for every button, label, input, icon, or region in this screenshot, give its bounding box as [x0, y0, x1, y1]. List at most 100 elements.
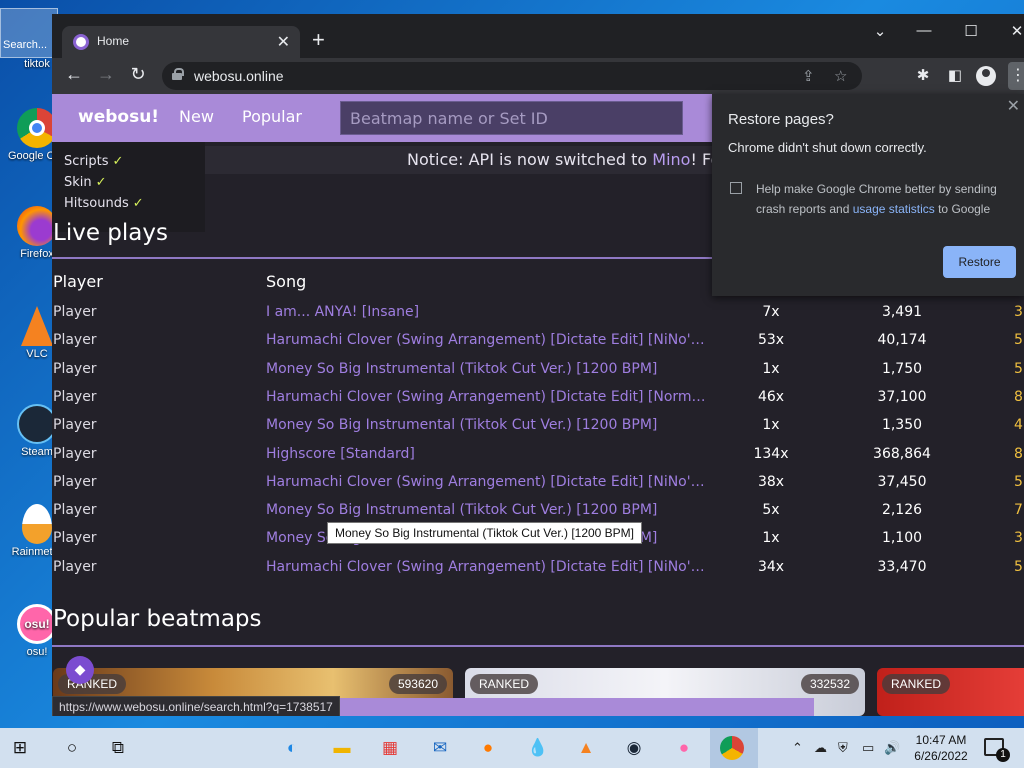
player-cell: Player — [53, 388, 97, 405]
forward-button[interactable]: → — [94, 64, 118, 85]
rainmeter-taskbar-icon[interactable]: 💧 — [524, 734, 552, 762]
profile-avatar[interactable] — [976, 66, 996, 86]
search-icon[interactable]: ○ — [58, 734, 86, 762]
taskbar: ⊞ ○ ⧉ ◐ ▬ ▦ ✉ ● 💧 ▲ ◉ ● ⌃ ☁ ⛨ ▭ 🔊 10:47 … — [0, 728, 1024, 768]
side-panel-icon[interactable]: ◧ — [944, 66, 966, 84]
chrome-taskbar-button[interactable] — [710, 728, 758, 768]
beatmap-card[interactable]: RANKED — [877, 668, 1024, 716]
table-row: Player Harumachi Clover (Swing Arrangemen… — [52, 553, 1024, 581]
combo-cell: 1x — [762, 530, 780, 547]
desktop-search-tile[interactable]: Search... — [0, 8, 58, 58]
notification-center-icon[interactable]: 1 — [984, 738, 1010, 762]
search-label: Search... — [3, 39, 48, 51]
crash-report-checkbox[interactable] — [730, 182, 742, 194]
dropdown-item-skin[interactable]: Skin ✓ — [64, 175, 205, 196]
security-icon[interactable]: ⛨ — [838, 740, 848, 756]
steam-icon — [17, 404, 57, 444]
notification-count: 1 — [996, 748, 1010, 762]
windows-start-icon[interactable]: ⊞ — [6, 734, 34, 762]
extra-cell: 5 — [1014, 473, 1023, 490]
maximize-button[interactable]: ☐ — [956, 22, 986, 40]
score-cell: 37,100 — [877, 388, 927, 405]
dropdown-item-hitsounds[interactable]: Hitsounds ✓ — [64, 196, 205, 217]
site-favicon-icon — [73, 34, 89, 50]
tab-close-icon[interactable]: ✕ — [277, 32, 290, 52]
beatmap-search — [340, 101, 683, 135]
notice-link[interactable]: Mino — [652, 150, 690, 169]
tab-strip: Home ✕ + ⌄ — ☐ ✕ — [52, 14, 1024, 58]
song-link[interactable]: Money So Big Instrumental (Tiktok Cut Ve… — [266, 417, 706, 433]
cloud-icon[interactable]: ☁ — [814, 740, 827, 756]
table-row: Player I am... ANYA! [Insane] 7x 3,491 3 — [52, 298, 1024, 326]
volume-icon[interactable]: 🔊 — [884, 740, 900, 756]
network-icon[interactable]: ▭ — [862, 740, 874, 756]
table-row: Player Money So Big Instrumental (Tiktok … — [52, 411, 1024, 439]
dropdown-item-scripts[interactable]: Scripts ✓ — [64, 154, 205, 175]
song-link[interactable]: Harumachi Clover (Swing Arrangement) [Di… — [266, 332, 706, 348]
tab-home[interactable]: Home ✕ — [62, 26, 300, 58]
task-view-icon[interactable]: ⧉ — [104, 734, 132, 762]
steam-taskbar-icon[interactable]: ◉ — [620, 734, 648, 762]
clock-date: 6/26/2022 — [914, 749, 968, 763]
window-close-button[interactable]: ✕ — [1002, 22, 1024, 40]
tab-search-icon[interactable]: ⌄ — [865, 22, 895, 40]
song-link[interactable]: Highscore [Standard] — [266, 446, 706, 462]
mail-icon[interactable]: ✉ — [426, 734, 454, 762]
close-icon[interactable]: ✕ — [1007, 96, 1020, 116]
bookmark-star-icon[interactable]: ☆ — [834, 67, 847, 85]
status-bubble-url: https://www.webosu.online/search.html?q=… — [52, 696, 340, 716]
omnibox[interactable]: webosu.online ⇪ ☆ — [162, 62, 862, 90]
floating-action-icon[interactable]: ◆ — [66, 656, 94, 684]
osu-taskbar-icon[interactable]: ● — [670, 734, 698, 762]
song-link[interactable]: Harumachi Clover (Swing Arrangement) [Di… — [266, 389, 706, 405]
table-row: Player Money So Big Instrumental (Tiktok … — [52, 496, 1024, 524]
player-cell: Player — [53, 304, 97, 320]
song-link[interactable]: Harumachi Clover (Swing Arrangement) [Di… — [266, 559, 706, 575]
extensions-puzzle-icon[interactable]: ✱ — [912, 66, 934, 84]
song-link[interactable]: I am... ANYA! [Insane] — [266, 304, 706, 320]
new-tab-button[interactable]: + — [312, 28, 325, 52]
column-player: Player — [53, 272, 103, 291]
chrome-taskbar-icon — [720, 736, 744, 760]
back-button[interactable]: ← — [62, 64, 86, 85]
player-cell: Player — [53, 530, 97, 547]
player-cell: Player — [53, 332, 97, 349]
combo-cell: 1x — [762, 360, 780, 377]
minimize-button[interactable]: — — [909, 22, 939, 39]
reload-button[interactable]: ↻ — [126, 64, 150, 85]
file-explorer-icon[interactable]: ▬ — [328, 734, 356, 762]
score-cell: 1,350 — [881, 417, 923, 434]
share-icon[interactable]: ⇪ — [802, 67, 815, 85]
combo-cell: 53x — [757, 332, 785, 349]
taskbar-clock[interactable]: 10:47 AM 6/26/2022 — [908, 732, 974, 764]
restore-button[interactable]: Restore — [943, 246, 1016, 278]
edge-icon[interactable]: ◐ — [278, 734, 306, 762]
score-cell: 2,126 — [881, 502, 923, 519]
divider — [52, 645, 1024, 647]
site-logo[interactable]: webosu! — [78, 107, 159, 127]
horizontal-scrollbar[interactable] — [340, 698, 814, 716]
combo-cell: 34x — [757, 558, 785, 575]
table-row: Player Harumachi Clover (Swing Arrangemen… — [52, 468, 1024, 496]
score-cell: 368,864 — [873, 445, 931, 462]
combo-cell: 1x — [762, 417, 780, 434]
restore-title: Restore pages? — [728, 111, 834, 128]
song-link[interactable]: Money So Big Instrumental (Tiktok Cut Ve… — [266, 361, 706, 377]
chrome-menu-icon[interactable]: ⋮ — [1008, 62, 1024, 90]
usage-statistics-link[interactable]: usage statistics — [853, 202, 935, 216]
song-link[interactable]: Money So Big Instrumental (Tiktok Cut Ve… — [266, 502, 706, 518]
tray-chevron-icon[interactable]: ⌃ — [792, 740, 803, 756]
vlc-taskbar-icon[interactable]: ▲ — [572, 734, 600, 762]
beatmap-search-input[interactable] — [341, 102, 682, 134]
play-count-badge: 593620 — [388, 674, 447, 694]
song-link[interactable]: Harumachi Clover (Swing Arrangement) [Di… — [266, 474, 706, 490]
combo-cell: 38x — [757, 473, 785, 490]
player-cell: Player — [53, 473, 97, 490]
extra-cell: 8 — [1014, 445, 1023, 462]
firefox-taskbar-icon[interactable]: ● — [474, 734, 502, 762]
check-icon: ✓ — [132, 196, 144, 211]
nav-new[interactable]: New — [179, 107, 214, 126]
nav-popular[interactable]: Popular — [242, 107, 302, 126]
store-icon[interactable]: ▦ — [376, 734, 404, 762]
crash-report-label: Help make Google Chrome better by sendin… — [756, 182, 997, 216]
